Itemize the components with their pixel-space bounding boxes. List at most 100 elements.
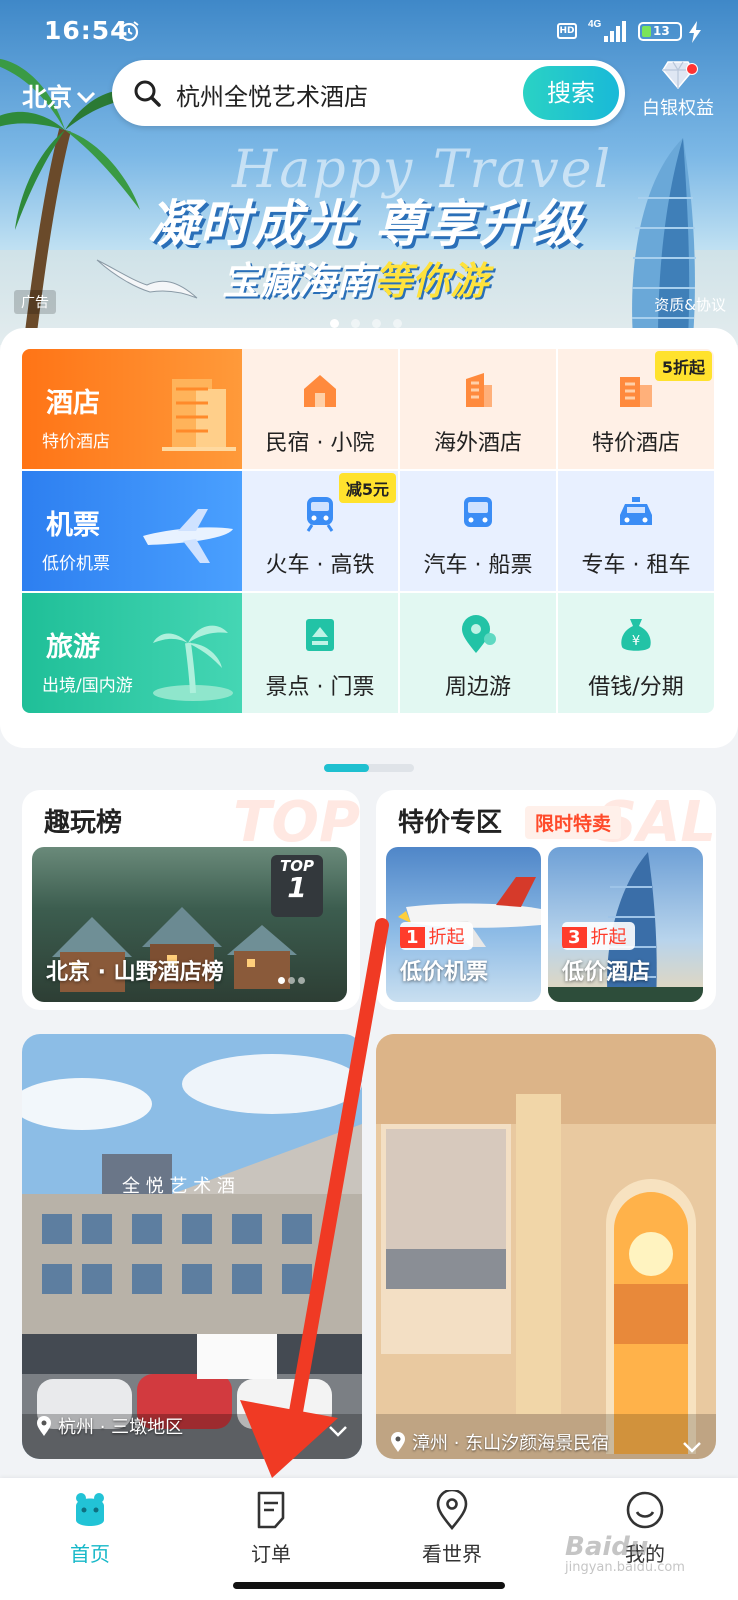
feed-place: 东山汐颜海景民宿 — [465, 1433, 610, 1454]
city-selector[interactable]: 北京 — [22, 78, 96, 114]
vip-label: 白银权益 — [642, 98, 714, 119]
grid-pager — [324, 764, 414, 772]
discount-badge: 5折起 — [654, 351, 712, 381]
fun-list-caption: 北京 · 山野酒店榜 — [46, 960, 224, 985]
tile-overseas-hotel[interactable]: 海外酒店 — [400, 349, 556, 469]
tile-discount-hotel[interactable]: 特价酒店 5折起 — [558, 349, 714, 469]
fun-list-card[interactable]: TOP 趣玩榜 TOP 1 北京 · 山野酒店榜 — [22, 790, 360, 1010]
city-name: 北京 — [22, 83, 73, 112]
alarm-icon — [119, 21, 139, 42]
tile-train-label: 火车 · 高铁 — [265, 553, 375, 578]
feed-city: 杭州 — [58, 1417, 94, 1438]
train-icon — [306, 497, 334, 532]
nav-home-label: 首页 — [70, 1542, 110, 1566]
chevron-down-icon[interactable] — [328, 1425, 348, 1437]
fun-list-pagination — [275, 969, 305, 988]
special-offer-card[interactable]: SAL 特价专区 限时特卖 1 折起 低价机票 3 折起 低价酒店 — [376, 790, 716, 1010]
profile-icon — [626, 1491, 664, 1529]
nav-order-label: 订单 — [251, 1542, 291, 1566]
flight-discount-num: 1 — [400, 927, 425, 948]
fun-list-image[interactable]: TOP 1 北京 · 山野酒店榜 — [32, 847, 347, 1002]
ticket-icon — [306, 619, 334, 651]
banner-slogan-main: 凝时成光 尊享升级 — [148, 195, 584, 253]
building-sign: 全 悦 艺 术 酒 — [122, 1176, 235, 1197]
baidu-watermark: Baidu jingyan.baidu.com — [565, 1532, 685, 1575]
tile-travel-title: 旅游 — [46, 632, 100, 663]
home-indicator[interactable] — [233, 1582, 505, 1589]
nav-explore[interactable]: 看世界 — [392, 1490, 512, 1567]
train-badge: 减5元 — [338, 473, 396, 503]
hotel-discount-badge: 3 折起 — [562, 922, 635, 950]
cheap-flight-tile[interactable]: 1 折起 低价机票 — [386, 847, 541, 1002]
vip-benefits[interactable]: 白银权益 — [633, 60, 723, 120]
bus-icon — [464, 497, 492, 527]
fun-list-dot — [278, 977, 285, 984]
tile-bus-label: 汽车 · 船票 — [423, 553, 533, 578]
tile-nearby[interactable]: 周边游 — [400, 593, 556, 713]
money-bag-icon: ¥ — [621, 619, 651, 651]
banner-dot — [330, 319, 339, 328]
banner-dot — [372, 319, 381, 328]
search-input[interactable]: 杭州全悦艺术酒店 — [176, 77, 368, 112]
hd-icon: HD — [557, 23, 577, 39]
tile-hotel-sub: 特价酒店 — [42, 432, 110, 452]
hero-banner[interactable]: Happy Travel 凝时成光 尊享升级 宝藏海南等你游 广告 资质&协议 … — [0, 0, 738, 345]
notification-dot — [686, 63, 698, 75]
banner-slogan-sub-a: 宝藏海南 — [222, 259, 375, 303]
feed-card[interactable]: 全 悦 艺 术 酒 杭州 · 三墩地区 — [22, 1034, 362, 1459]
tile-homestay[interactable]: 民宿 · 小院 — [242, 349, 398, 469]
fun-list-bg-word: TOP — [233, 790, 360, 855]
search-icon — [134, 80, 161, 107]
feed-card[interactable]: 漳州 · 东山汐颜海景民宿 — [376, 1034, 716, 1459]
flight-discount-text: 折起 — [428, 927, 465, 948]
search-button[interactable]: 搜索 — [523, 66, 619, 120]
feed-location: 杭州 · 三墩地区 — [36, 1413, 183, 1439]
tile-hotel[interactable]: 酒店 特价酒店 — [22, 349, 242, 469]
seaview-room-photo — [376, 1034, 716, 1459]
watermark-brand: Baidu — [565, 1532, 649, 1562]
battery-level: 13 — [653, 24, 670, 38]
tile-tickets[interactable]: 景点 · 门票 — [242, 593, 398, 713]
network-type: 4G — [588, 19, 602, 30]
banner-dot — [393, 319, 402, 328]
explore-icon — [436, 1490, 468, 1530]
tile-loan[interactable]: ¥ 借钱/分期 — [558, 593, 714, 713]
nav-home[interactable]: 首页 — [30, 1490, 150, 1567]
banner-slogan-sub: 宝藏海南等你游 — [222, 250, 488, 305]
house-icon — [304, 375, 336, 407]
banner-dot — [351, 319, 360, 328]
tile-discount-hotel-label: 特价酒店 — [591, 431, 680, 456]
search-bar[interactable]: 杭州全悦艺术酒店 搜索 — [112, 60, 625, 126]
chevron-down-icon — [76, 91, 96, 104]
qualification-link[interactable]: 资质&协议 — [654, 294, 726, 315]
tile-car-label: 专车 · 租车 — [581, 553, 691, 578]
watermark-sub: jingyan.baidu.com — [565, 1560, 685, 1575]
nav-order[interactable]: 订单 — [211, 1490, 331, 1567]
cheap-hotel-tile[interactable]: 3 折起 低价酒店 — [548, 847, 703, 1002]
palm-island-icon — [153, 625, 233, 701]
location-pin-icon — [391, 1432, 405, 1452]
location-icon — [462, 615, 496, 653]
tile-tickets-label: 景点 · 门票 — [265, 675, 375, 700]
nav-explore-label: 看世界 — [422, 1542, 482, 1566]
status-bar: 16:54 HD 4G 13 — [0, 0, 738, 62]
tile-travel[interactable]: 旅游 出境/国内游 — [22, 593, 242, 713]
tile-loan-label: 借钱/分期 — [588, 675, 684, 700]
car-icon — [620, 497, 652, 525]
tile-nearby-label: 周边游 — [444, 675, 511, 700]
top-rank-number: 1 — [287, 871, 307, 904]
cheap-hotel-caption: 低价酒店 — [562, 960, 651, 985]
hotel-building-icon — [162, 379, 236, 451]
home-icon — [76, 1493, 104, 1526]
tile-flight-title: 机票 — [46, 510, 100, 541]
chevron-down-icon[interactable] — [682, 1441, 702, 1453]
top-rank-badge: TOP 1 — [271, 855, 323, 917]
tile-bus[interactable]: 汽车 · 船票 — [400, 471, 556, 591]
charging-icon — [689, 21, 701, 43]
seagull-image — [96, 259, 198, 299]
overseas-hotel-icon — [466, 373, 492, 407]
tile-flight[interactable]: 机票 低价机票 — [22, 471, 242, 591]
feed-place: 三墩地区 — [111, 1417, 184, 1438]
tile-car[interactable]: 专车 · 租车 — [558, 471, 714, 591]
tile-train[interactable]: 火车 · 高铁 减5元 — [242, 471, 398, 591]
